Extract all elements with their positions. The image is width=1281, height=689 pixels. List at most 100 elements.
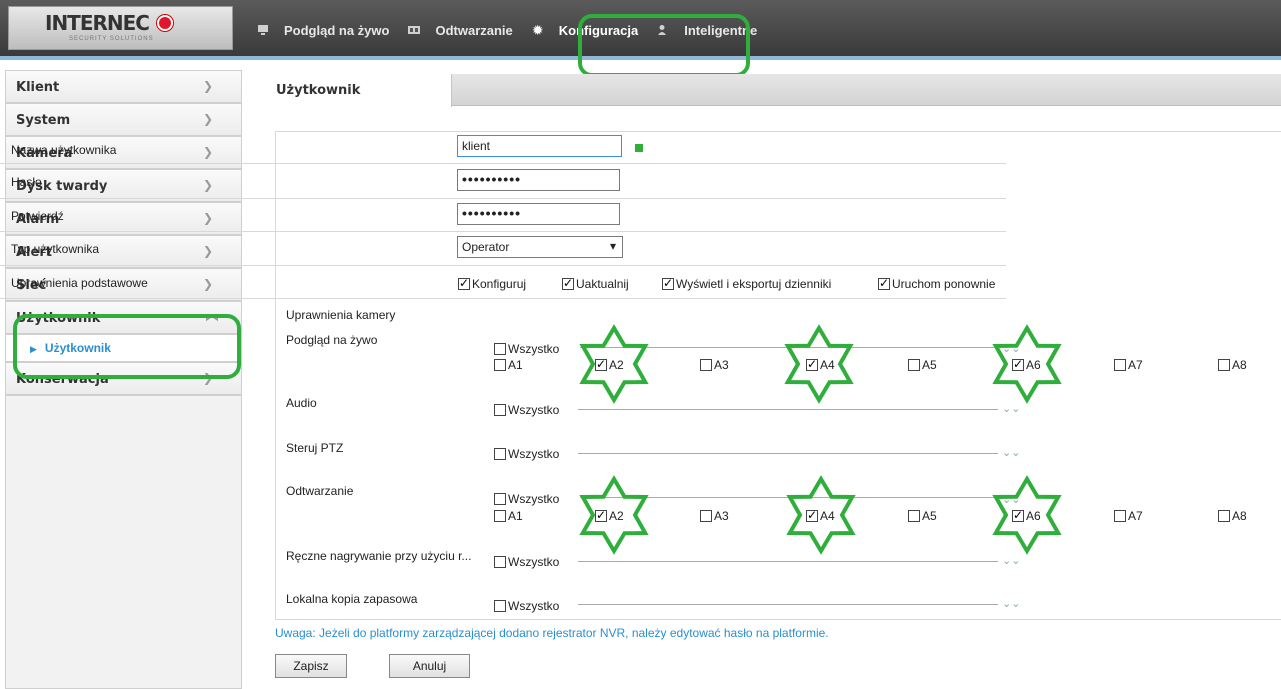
film-icon: [407, 23, 421, 37]
backup-all-checkbox[interactable]: Wszystko: [494, 599, 559, 613]
checkbox-icon: [562, 276, 574, 290]
sidebar-item-label: Konserwacja: [16, 372, 109, 387]
chevron-up-icon: ❯: [204, 312, 219, 324]
playback-channel-checkbox[interactable]: A5: [908, 509, 937, 523]
section-live-view-label: Podgląd na żywo: [286, 333, 378, 347]
divider-line: [578, 561, 998, 562]
chevron-down-icon[interactable]: ⌄⌄: [1002, 554, 1020, 567]
checkbox-icon: [700, 510, 712, 522]
divider-line: [578, 409, 998, 410]
cancel-button[interactable]: Anuluj: [389, 654, 470, 678]
live-channel-checkbox[interactable]: A5: [908, 358, 937, 372]
checkbox-icon: [1012, 357, 1024, 371]
checkbox-icon: [494, 556, 506, 568]
nav-playback[interactable]: Odtwarzanie: [401, 0, 524, 60]
playback-channel-checkbox[interactable]: A1: [494, 509, 523, 523]
logo-text: INTERNEC: [45, 11, 150, 35]
section-local-backup-label: Lokalna kopia zapasowa: [286, 592, 418, 606]
sidebar-item-user[interactable]: Użytkownik ❯: [6, 302, 241, 335]
user-type-select[interactable]: Operator ▾: [457, 236, 623, 258]
perm-reboot-checkbox[interactable]: Uruchom ponownie: [878, 276, 995, 291]
checkbox-icon: [494, 493, 506, 505]
live-channel-checkbox[interactable]: A1: [494, 358, 523, 372]
live-channel-checkbox[interactable]: A2: [595, 357, 624, 372]
checkbox-icon: [494, 359, 506, 371]
top-bar: INTERNEC SECURITY SOLUTIONS Podgląd na ż…: [0, 0, 1281, 60]
checkbox-icon: [1218, 359, 1230, 371]
tab-bar: Użytkownik: [254, 74, 1281, 107]
nav-playback-label: Odtwarzanie: [435, 22, 513, 38]
sidebar-item-client[interactable]: Klient ❯: [6, 71, 241, 104]
chevron-down-icon[interactable]: ⌄⌄: [1002, 402, 1020, 415]
live-channel-checkbox[interactable]: A8: [1218, 358, 1247, 372]
row-divider: [0, 131, 1006, 132]
sidebar-item-label: Klient: [16, 80, 60, 95]
password-label: Hasło: [11, 175, 42, 189]
confirm-label: Potwierdź: [11, 209, 64, 223]
playback-channel-checkbox[interactable]: A6: [1012, 508, 1041, 523]
user-type-label: Typ użytkownika: [11, 242, 100, 256]
sidebar-item-label: System: [16, 113, 71, 128]
nav-intelligent[interactable]: Inteligentne: [650, 0, 769, 60]
live-channel-checkbox[interactable]: A6: [1012, 357, 1041, 372]
playback-channel-checkbox[interactable]: A2: [595, 508, 624, 523]
divider-line: [578, 453, 998, 454]
nav-intelligent-label: Inteligentne: [684, 22, 758, 38]
triangle-right-icon: ▶: [30, 344, 37, 354]
main-nav: Podgląd na żywo Odtwarzanie ✹ Konfigurac…: [250, 0, 769, 60]
note-text: Uwaga: Jeżeli do platformy zarządzającej…: [275, 626, 829, 640]
checkbox-icon: [494, 510, 506, 522]
password-input[interactable]: ••••••••••: [457, 169, 620, 191]
checkbox-icon: [494, 343, 506, 355]
section-ptz-label: Steruj PTZ: [286, 441, 344, 455]
chevron-down-icon[interactable]: ⌄⌄: [1002, 493, 1020, 506]
nav-live-view[interactable]: Podgląd na żywo: [250, 0, 401, 60]
checkbox-icon: [700, 359, 712, 371]
chevron-down-icon: ❯: [203, 79, 214, 93]
tab-user[interactable]: Użytkownik: [254, 74, 452, 107]
nav-configuration[interactable]: ✹ Konfiguracja: [525, 0, 650, 60]
checkbox-icon: [595, 357, 607, 371]
checkbox-icon: [1114, 359, 1126, 371]
playback-all-checkbox[interactable]: Wszystko: [494, 492, 559, 506]
checkbox-icon: [1114, 510, 1126, 522]
divider-line: [578, 604, 998, 605]
checkbox-icon: [878, 276, 890, 290]
audio-all-checkbox[interactable]: Wszystko: [494, 403, 559, 417]
chevron-down-icon[interactable]: ⌄⌄: [1002, 446, 1020, 459]
checkbox-icon: [494, 448, 506, 460]
sidebar-item-maintenance[interactable]: Konserwacja ❯: [6, 363, 241, 396]
username-input[interactable]: klient: [457, 135, 622, 157]
save-button[interactable]: Zapisz: [275, 654, 347, 678]
perm-logs-checkbox[interactable]: Wyświetl i eksportuj dzienniki: [662, 276, 831, 291]
username-label: Nazwa użytkownika: [11, 143, 117, 157]
sidebar-item-label: Użytkownik: [16, 311, 101, 326]
live-channel-checkbox[interactable]: A4: [806, 357, 835, 372]
playback-channel-checkbox[interactable]: A3: [700, 509, 729, 523]
perm-configure-checkbox[interactable]: Konfiguruj: [458, 276, 526, 291]
playback-channel-checkbox[interactable]: A8: [1218, 509, 1247, 523]
manual-record-all-checkbox[interactable]: Wszystko: [494, 555, 559, 569]
logo-dot-icon: [157, 15, 173, 31]
checkbox-icon: [595, 508, 607, 522]
chevron-down-icon[interactable]: ⌄⌄: [1002, 597, 1020, 610]
checkbox-icon: [908, 510, 920, 522]
live-channel-checkbox[interactable]: A7: [1114, 358, 1143, 372]
confirm-input[interactable]: ••••••••••: [457, 203, 620, 225]
divider-line: [580, 347, 1000, 348]
sidebar-subitem-user[interactable]: ▶ Użytkownik: [6, 335, 241, 363]
basic-permissions-label: Uprawnienia podstawowe: [11, 276, 148, 290]
chevron-down-icon: ▾: [609, 239, 616, 253]
ptz-all-checkbox[interactable]: Wszystko: [494, 447, 559, 461]
perm-upgrade-checkbox[interactable]: Uaktualnij: [562, 276, 629, 291]
logo: INTERNEC SECURITY SOLUTIONS: [8, 6, 233, 50]
checkbox-icon: [806, 508, 818, 522]
user-type-value: Operator: [462, 240, 510, 254]
checkbox-icon: [662, 276, 674, 290]
playback-channel-checkbox[interactable]: A4: [806, 508, 835, 523]
chevron-down-icon[interactable]: ⌄⌄: [1002, 342, 1020, 355]
playback-channel-checkbox[interactable]: A7: [1114, 509, 1143, 523]
live-all-checkbox[interactable]: Wszystko: [494, 342, 559, 356]
live-channel-checkbox[interactable]: A3: [700, 358, 729, 372]
checkbox-icon: [494, 404, 506, 416]
